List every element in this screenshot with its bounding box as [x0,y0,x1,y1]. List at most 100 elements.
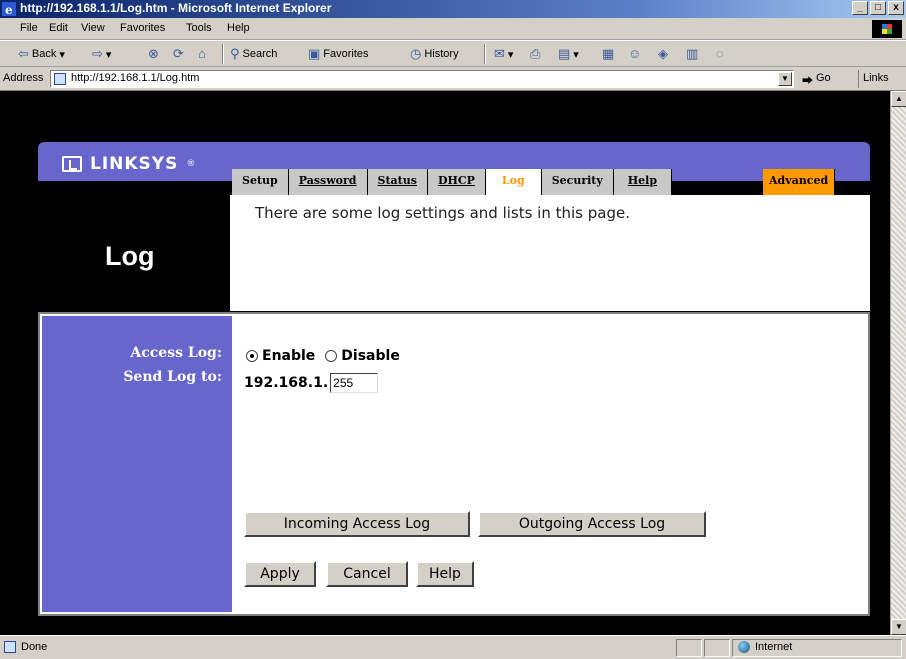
menu-edit[interactable]: Edit [49,22,68,34]
tab-password[interactable]: Password [288,169,368,195]
back-arrow-icon: ⇦ [18,46,29,61]
messenger-icon: ☺ [628,46,642,61]
tab-dhcp[interactable]: DHCP [427,169,486,195]
history-button[interactable]: ◷ History [410,46,459,62]
linksys-logo-icon [62,156,82,172]
scroll-down-icon[interactable]: ▼ [891,619,906,635]
security-zone: Internet [738,641,792,653]
home-icon: ⌂ [198,46,206,61]
help-button[interactable]: Help [416,561,474,587]
favorites-icon: ▣ [308,46,321,61]
related-button[interactable]: ◈ [658,46,668,62]
incoming-access-log-button[interactable]: Incoming Access Log [244,511,470,537]
print-button[interactable]: ⎙ [530,46,540,62]
search-label: Search [242,48,278,60]
svg-text:e: e [5,3,13,16]
menu-tools[interactable]: Tools [186,22,212,34]
access-log-options: Enable Disable [246,348,400,364]
ip-last-octet-input[interactable] [330,373,379,393]
address-bar: Address http://192.168.1.1/Log.htm ▼ ⮕ G… [0,67,906,91]
ip-prefix: 192.168.1. [244,375,329,391]
scroll-up-icon[interactable]: ▲ [891,91,906,107]
refresh-button[interactable]: ⟳ [173,46,184,62]
search-icon: ⚲ [230,46,240,61]
vertical-scrollbar[interactable]: ▲ ▼ [890,91,906,635]
mail-button[interactable]: ✉ ▾ [494,46,513,62]
intro-text: There are some log settings and lists in… [255,204,630,222]
maximize-button[interactable]: □ [870,1,886,15]
send-log-ip: 192.168.1. [244,373,379,393]
links-label: Links [863,72,889,84]
menu-help[interactable]: Help [227,22,250,34]
outgoing-access-log-button[interactable]: Outgoing Access Log [478,511,706,537]
tab-status[interactable]: Status [367,169,428,195]
status-bar: Done Internet [0,635,906,659]
history-label: History [424,48,459,60]
edit-icon: ▤ [558,46,571,61]
mail-icon: ✉ [494,46,505,61]
window-controls: _ □ x [852,1,904,15]
search-button[interactable]: ⚲ Search [230,46,277,62]
menu-bar: File Edit View Favorites Tools Help [0,18,906,40]
tab-setup[interactable]: Setup [232,169,289,195]
menu-file[interactable]: File [20,22,38,34]
discuss-button[interactable]: ▦ [602,46,614,62]
toolbar-separator [484,44,486,64]
menu-favorites[interactable]: Favorites [120,22,165,34]
brand-reg-mark: ® [186,159,197,169]
forward-button[interactable]: ⇨ ▾ [92,46,111,62]
history-icon: ◷ [410,46,422,61]
window-title-bar[interactable]: e http://192.168.1.1/Log.htm - Microsoft… [0,0,906,18]
send-log-label: Send Log to: [123,369,222,385]
menu-view[interactable]: View [81,22,105,34]
go-button[interactable]: ⮕ Go [802,72,831,88]
linksys-logo: LINKSYS ® [62,154,196,174]
go-label: Go [816,72,831,84]
refresh-icon: ⟳ [173,46,184,61]
chat-icon: ◌ [716,46,724,61]
edit-dropdown-icon: ▾ [573,48,579,61]
access-log-label: Access Log: [130,345,222,361]
status-label: Done [21,641,48,653]
messenger-button[interactable]: ☺ [628,46,641,61]
window-title: http://192.168.1.1/Log.htm - Microsoft I… [20,1,332,15]
tab-security[interactable]: Security [541,169,614,195]
home-button[interactable]: ⌂ [198,46,206,61]
tab-advanced[interactable]: Advanced [763,169,836,195]
tab-log[interactable]: Log [485,169,542,195]
favorites-button[interactable]: ▣ Favorites [308,46,369,62]
internet-globe-icon [738,641,750,653]
address-url: http://192.168.1.1/Log.htm [71,72,200,84]
research-button[interactable]: ▥ [686,46,698,62]
mail-dropdown-icon: ▾ [507,48,514,61]
address-input[interactable]: http://192.168.1.1/Log.htm ▼ [50,70,794,88]
forward-dropdown-icon: ▾ [105,48,112,61]
page-title: Log [105,241,155,271]
edit-page-button[interactable]: ▤ ▾ [558,46,579,62]
done-page-icon [4,641,16,653]
zone-label: Internet [755,641,793,653]
links-button[interactable]: Links [858,70,893,88]
chat-button[interactable]: ◌ [716,46,724,61]
tab-help[interactable]: Help [613,169,673,195]
status-text: Done [4,641,47,653]
minimize-button[interactable]: _ [852,1,868,15]
disable-radio[interactable] [325,350,338,362]
back-button[interactable]: ⇦ Back ▾ [18,46,65,62]
back-dropdown-icon: ▾ [59,48,65,61]
settings-frame: Access Log: Send Log to: Enable Disable … [38,312,870,616]
cancel-button[interactable]: Cancel [326,561,408,587]
go-arrow-icon: ⮕ [802,75,813,87]
address-dropdown-icon[interactable]: ▼ [778,72,792,86]
close-button[interactable]: x [888,1,904,15]
enable-radio[interactable] [246,350,258,362]
address-label: Address [3,72,44,84]
status-panel [704,639,730,657]
apply-button[interactable]: Apply [244,561,316,587]
status-panel [676,639,702,657]
forward-arrow-icon: ⇨ [92,46,103,61]
page-viewport: LINKSYS ® Log Setup Password Status DHCP … [0,91,890,635]
settings-labels-column: Access Log: Send Log to: [42,316,232,612]
brand-name: LINKSYS [90,154,179,174]
stop-button[interactable]: ⊗ [148,46,159,62]
